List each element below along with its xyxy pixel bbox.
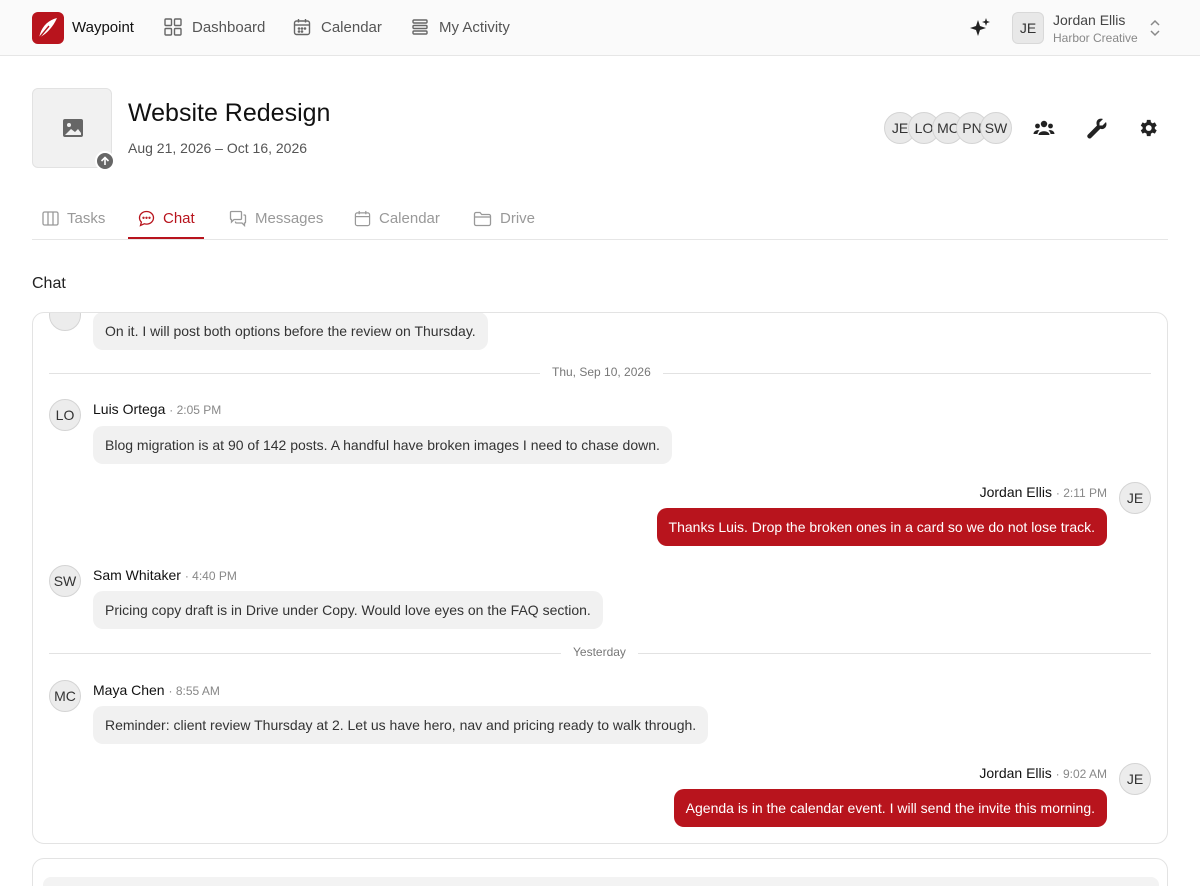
arrow-up-icon [100, 156, 110, 165]
message-avatar: JE [1119, 482, 1151, 514]
tab-chat-label: Chat [163, 210, 195, 227]
chevron-up-down-icon[interactable] [1149, 19, 1161, 37]
sender-name: Jordan Ellis [979, 765, 1052, 781]
user-avatar[interactable]: JE [1012, 12, 1044, 44]
upload-image-button[interactable] [95, 151, 115, 171]
message-bubble: Blog migration is at 90 of 142 posts. A … [93, 426, 672, 464]
sender-name: Sam Whitaker [93, 567, 181, 583]
message-bubble: On it. I will post both options before t… [93, 313, 488, 350]
project-tabs: Tasks Chat Messages Calendar Drive [32, 196, 1168, 240]
message-bubble: Pricing copy draft is in Drive under Cop… [93, 591, 603, 629]
message-time: · 2:11 PM [1055, 486, 1107, 500]
date-separator-label: Thu, Sep 10, 2026 [540, 365, 663, 379]
waypoint-logo[interactable] [32, 12, 64, 44]
tab-calendar[interactable]: Calendar [354, 210, 440, 227]
date-separator-label: Yesterday [561, 645, 638, 659]
nav-dashboard[interactable]: Dashboard [164, 18, 265, 36]
message-input[interactable] [43, 877, 1159, 886]
nav-my-activity-label: My Activity [439, 18, 510, 36]
tab-drive[interactable]: Drive [473, 210, 535, 227]
chat-message-list[interactable]: On it. I will post both options before t… [32, 312, 1168, 844]
nav-my-activity[interactable]: My Activity [411, 18, 510, 36]
tab-drive-label: Drive [500, 210, 536, 227]
sparkle-icon[interactable] [969, 17, 991, 39]
message-sender: Jordan Ellis · 2:11 PM [980, 484, 1107, 500]
calendar-icon [354, 210, 371, 227]
tab-tasks-label: Tasks [67, 210, 106, 227]
nav-calendar-label: Calendar [321, 18, 382, 36]
calendar-icon [293, 19, 311, 36]
message-avatar: LO [49, 399, 81, 431]
feather-icon [38, 18, 57, 39]
list-icon [412, 19, 428, 35]
tab-tasks[interactable]: Tasks [42, 210, 105, 227]
message-avatar: MC [49, 680, 81, 712]
tab-messages[interactable]: Messages [229, 210, 323, 227]
date-separator: Thu, Sep 10, 2026 [49, 365, 1151, 379]
image-icon [63, 119, 83, 137]
message-sender: Maya Chen · 8:55 AM [93, 682, 220, 698]
message-time: · 8:55 AM [168, 684, 220, 698]
chat-composer [32, 858, 1168, 886]
active-tab-indicator [128, 237, 204, 239]
grid-icon [164, 18, 182, 36]
team-icon[interactable] [1033, 117, 1055, 139]
chat-section-title: Chat [32, 275, 66, 292]
member-avatar[interactable]: SW [980, 112, 1012, 144]
message-bubble: Agenda is in the calendar event. I will … [673, 789, 1107, 827]
message-avatar [49, 313, 81, 331]
user-org: Harbor Creative [1053, 31, 1138, 45]
message-time: · 9:02 AM [1055, 767, 1107, 781]
message-time: · 4:40 PM [184, 569, 237, 583]
message-sender: Luis Ortega · 2:05 PM [93, 401, 221, 417]
message-bubble: Thanks Luis. Drop the broken ones in a c… [656, 508, 1107, 546]
message-bubble: Reminder: client review Thursday at 2. L… [93, 706, 709, 744]
columns-icon [42, 211, 59, 226]
gear-icon[interactable] [1137, 117, 1159, 139]
top-nav-bar: Waypoint Dashboard Calendar My Activity … [0, 0, 1200, 56]
brand-name[interactable]: Waypoint [72, 19, 134, 36]
chat-icon [138, 210, 155, 227]
project-dates: Aug 21, 2026 – Oct 16, 2026 [128, 140, 308, 156]
messages-icon [229, 210, 247, 227]
sender-name: Jordan Ellis [979, 484, 1052, 500]
folder-icon [473, 211, 492, 226]
date-separator: Yesterday [49, 645, 1151, 659]
message-time: · 2:05 PM [169, 403, 222, 417]
message-avatar: JE [1119, 763, 1151, 795]
tab-calendar-label: Calendar [379, 210, 440, 227]
nav-calendar[interactable]: Calendar [293, 18, 382, 36]
tab-chat[interactable]: Chat [138, 210, 195, 227]
message-sender: Jordan Ellis · 9:02 AM [979, 765, 1107, 781]
message-avatar: SW [49, 565, 81, 597]
project-title: Website Redesign [128, 99, 331, 127]
sender-name: Maya Chen [93, 682, 165, 698]
wrench-icon[interactable] [1086, 117, 1108, 139]
tab-messages-label: Messages [255, 210, 324, 227]
sender-name: Luis Ortega [93, 401, 166, 417]
nav-dashboard-label: Dashboard [192, 18, 266, 36]
message-sender: Sam Whitaker · 4:40 PM [93, 567, 237, 583]
user-name[interactable]: Jordan Ellis [1053, 12, 1125, 28]
